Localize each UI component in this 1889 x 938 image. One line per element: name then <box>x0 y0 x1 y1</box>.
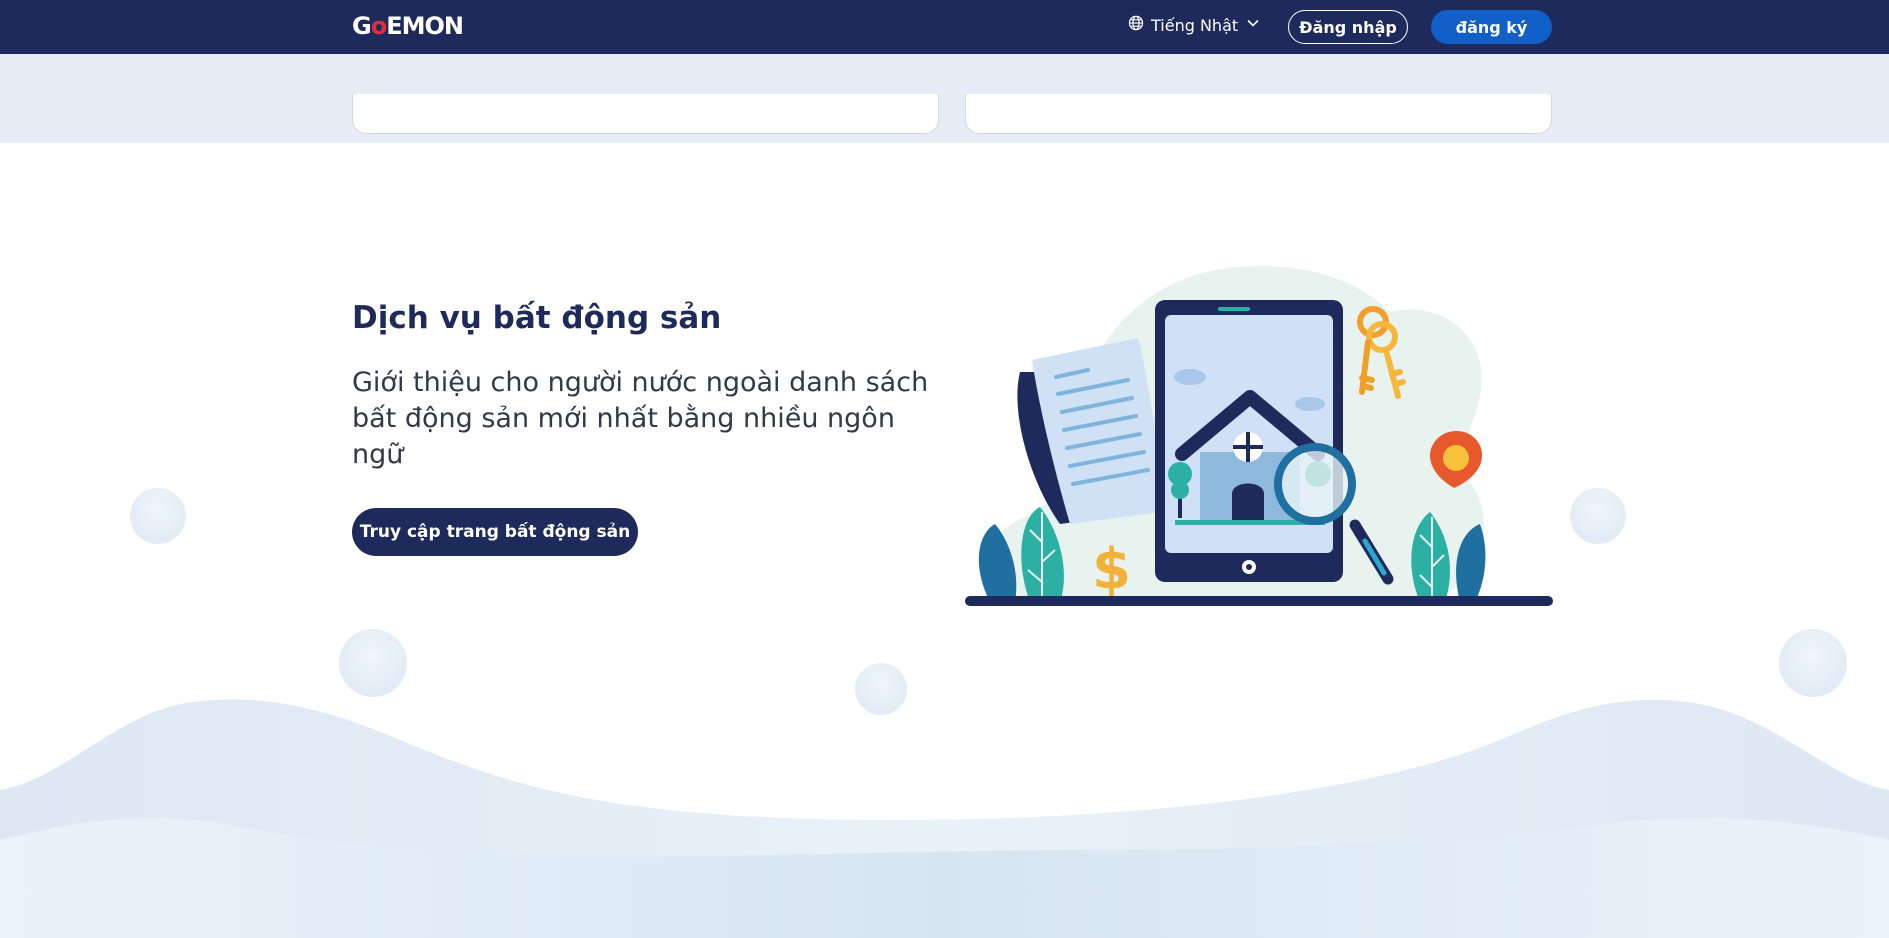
language-label: Tiếng Nhật <box>1151 15 1239 35</box>
card-stub-left <box>352 94 939 134</box>
section-description: Giới thiệu cho người nước ngoài danh sác… <box>352 367 929 470</box>
page: Go EMON Tiếng Nhật Đăng nhập đăng ký Dịch… <box>0 0 1889 938</box>
logo-prefix: G <box>352 12 372 40</box>
login-button[interactable]: Đăng nhập <box>1288 10 1408 44</box>
dollar-icon: $ <box>1092 537 1131 602</box>
top-band <box>0 54 1889 143</box>
tablet-icon <box>1155 300 1343 582</box>
bubble-decoration <box>130 488 186 544</box>
section-title: Dịch vụ bất động sản <box>352 300 722 336</box>
bottom-waves <box>0 699 1889 938</box>
logo-suffix: EMON <box>386 12 464 40</box>
real-estate-illustration: $ <box>965 266 1553 606</box>
real-estate-page-button[interactable]: Truy cập trang bất động sản <box>352 508 638 556</box>
bubble-decoration <box>339 629 407 697</box>
ground-line <box>965 596 1553 606</box>
navbar: Go EMON Tiếng Nhật Đăng nhập đăng ký <box>0 0 1889 54</box>
logo-dot: o <box>370 12 387 40</box>
globe-icon <box>1128 15 1144 35</box>
logo[interactable]: Go EMON <box>352 12 464 40</box>
signup-button[interactable]: đăng ký <box>1431 10 1552 44</box>
chevron-down-icon <box>1245 15 1261 35</box>
bubble-decoration <box>1570 488 1626 544</box>
bubble-decoration <box>1779 629 1847 697</box>
language-selector[interactable]: Tiếng Nhật <box>1128 15 1261 35</box>
card-stub-right <box>965 94 1552 134</box>
